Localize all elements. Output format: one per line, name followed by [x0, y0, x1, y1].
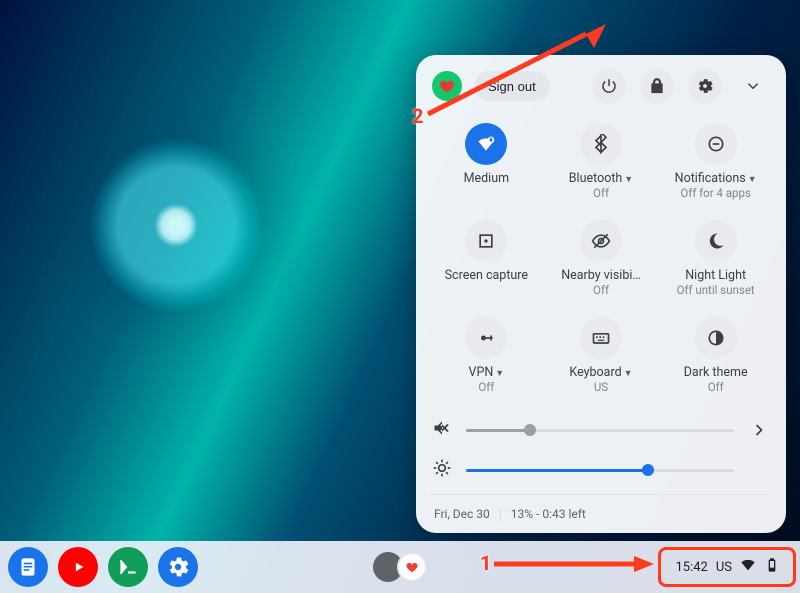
visibility-off-icon — [580, 220, 622, 262]
audio-settings-arrow-icon[interactable] — [748, 420, 770, 440]
tile-sub: Off — [593, 186, 609, 200]
quick-settings-grid: MediumBluetooth▼OffNotifications▼Off for… — [432, 117, 770, 402]
tile-label: Medium — [464, 171, 509, 186]
tile-nightlight[interactable]: Night LightOff until sunset — [661, 214, 770, 305]
brightness-row — [432, 450, 770, 490]
panel-footer: Fri, Dec 30 13% - 0:43 left — [432, 499, 770, 523]
tile-sub: Off for 4 apps — [680, 186, 751, 200]
tile-label: Screen capture — [445, 268, 528, 283]
footer-divider — [500, 507, 501, 521]
vpn-icon — [465, 317, 507, 359]
dnd-icon — [695, 123, 737, 165]
nightlight-icon — [695, 220, 737, 262]
keyboard-icon — [580, 317, 622, 359]
bluetooth-icon — [580, 123, 622, 165]
tile-dnd[interactable]: Notifications▼Off for 4 apps — [661, 117, 770, 208]
quick-settings-panel: Sign out MediumBluetooth▼OffNotification… — [416, 55, 786, 533]
tile-label: Nearby visibi… — [561, 268, 641, 283]
status-keyboard: US — [716, 560, 732, 575]
tile-visibility-off[interactable]: Nearby visibi…Off — [547, 214, 656, 305]
settings-button[interactable] — [688, 69, 722, 103]
tile-sub: Off until sunset — [677, 283, 755, 297]
app-terminal[interactable] — [108, 547, 148, 587]
tile-sub: Off — [708, 380, 724, 394]
brightness-icon — [432, 458, 452, 482]
tile-label: Keyboard▼ — [569, 365, 632, 380]
user-avatar[interactable] — [432, 71, 462, 101]
footer-battery-text[interactable]: 13% - 0:43 left — [511, 507, 586, 521]
panel-header: Sign out — [432, 69, 770, 103]
tile-capture[interactable]: Screen capture — [432, 214, 541, 305]
status-area[interactable]: 15:42 US — [665, 550, 790, 584]
battery-icon — [764, 557, 780, 577]
tile-label: Notifications▼ — [675, 171, 757, 186]
tile-sub: Off — [593, 283, 609, 297]
wifi-icon — [740, 557, 756, 577]
power-button[interactable] — [592, 69, 626, 103]
shelf-avatar-white[interactable] — [397, 552, 427, 582]
tile-wifi[interactable]: Medium — [432, 117, 541, 208]
brightness-slider[interactable] — [466, 469, 734, 472]
volume-mute-icon[interactable] — [432, 418, 452, 442]
app-settings[interactable] — [158, 547, 198, 587]
wifi-icon — [465, 123, 507, 165]
dark-icon — [695, 317, 737, 359]
tile-keyboard[interactable]: Keyboard▼US — [547, 311, 656, 402]
tile-sub: Off — [478, 380, 494, 394]
tile-label: Bluetooth▼ — [569, 171, 633, 186]
capture-icon — [465, 220, 507, 262]
tile-label: Dark theme — [684, 365, 748, 380]
lock-button[interactable] — [640, 69, 674, 103]
tile-label: VPN▼ — [468, 365, 504, 380]
shelf: 15:42 US — [0, 541, 800, 593]
footer-date: Fri, Dec 30 — [434, 507, 490, 521]
volume-row — [432, 410, 770, 450]
tile-bluetooth[interactable]: Bluetooth▼Off — [547, 117, 656, 208]
tile-sub: US — [594, 380, 608, 394]
sign-out-button[interactable]: Sign out — [474, 71, 550, 101]
app-youtube[interactable] — [58, 547, 98, 587]
tile-vpn[interactable]: VPN▼Off — [432, 311, 541, 402]
tile-label: Night Light — [685, 268, 746, 283]
tile-dark[interactable]: Dark themeOff — [661, 311, 770, 402]
volume-slider[interactable] — [466, 429, 734, 432]
collapse-button[interactable] — [736, 69, 770, 103]
divider — [430, 494, 772, 495]
status-time: 15:42 — [675, 560, 707, 575]
app-google-docs[interactable] — [8, 547, 48, 587]
